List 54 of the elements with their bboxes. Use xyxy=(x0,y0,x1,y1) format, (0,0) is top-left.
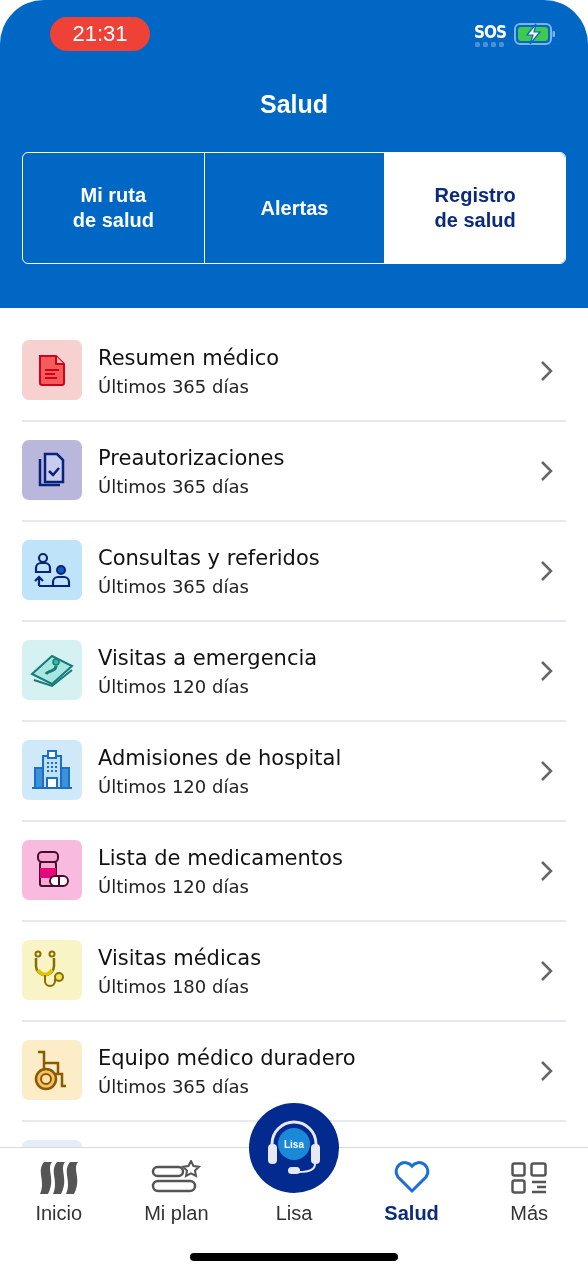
record-row[interactable]: Preautorizaciones Últimos 365 días xyxy=(22,422,566,522)
signal-dots-icon xyxy=(475,41,505,47)
record-title: Lista de medicamentos xyxy=(98,845,344,870)
record-period: Últimos 120 días xyxy=(98,675,250,697)
document-icon xyxy=(37,353,67,387)
status-time: 21:31 xyxy=(50,17,150,51)
record-period: Últimos 180 días xyxy=(98,975,250,997)
grid-menu-icon xyxy=(511,1162,548,1194)
documents-check-icon xyxy=(37,452,67,488)
record-period: Últimos 365 días xyxy=(98,375,250,397)
record-row[interactable]: Visitas a emergencia Últimos 120 días xyxy=(22,622,566,722)
record-row[interactable]: Consultas y referidos Últimos 365 días xyxy=(22,522,566,622)
heart-icon xyxy=(392,1160,431,1194)
waves-logo-icon xyxy=(37,1162,80,1194)
referral-icon xyxy=(32,552,72,588)
chevron-right-icon xyxy=(540,860,554,882)
nav-tab[interactable]: Más xyxy=(470,1156,588,1225)
record-row[interactable]: Resumen médico Últimos 365 días xyxy=(22,322,566,422)
plan-star-icon xyxy=(151,1160,202,1194)
record-title: Visitas médicas xyxy=(98,945,263,970)
record-row[interactable]: Lista de medicamentos Últimos 120 días xyxy=(22,822,566,922)
record-period: Últimos 120 días xyxy=(98,775,250,797)
nav-tab[interactable]: Lisa xyxy=(275,1202,313,1225)
record-period: Últimos 365 días xyxy=(98,1075,250,1097)
nav-tab[interactable]: Mi plan xyxy=(117,1156,236,1225)
chevron-right-icon xyxy=(540,1060,554,1082)
record-period: Últimos 365 días xyxy=(98,575,250,597)
record-period: Últimos 365 días xyxy=(98,475,250,497)
record-title: Admisiones de hospital xyxy=(98,745,343,770)
chevron-right-icon xyxy=(540,760,554,782)
battery-charging-icon xyxy=(514,23,556,45)
stretcher-icon xyxy=(30,652,74,688)
record-row[interactable]: Visitas médicas Últimos 180 días xyxy=(22,922,566,1022)
segment-tab[interactable]: Mi ruta de salud xyxy=(23,153,204,263)
chevron-right-icon xyxy=(540,460,554,482)
chevron-right-icon xyxy=(540,560,554,582)
segment-tab[interactable]: Registro de salud xyxy=(384,153,565,263)
record-title: Visitas a emergencia xyxy=(98,645,319,670)
chevron-right-icon xyxy=(540,660,554,682)
chevron-right-icon xyxy=(540,960,554,982)
hospital-icon xyxy=(30,750,74,790)
nav-tab[interactable]: Salud xyxy=(352,1156,471,1225)
record-title: Preautorizaciones xyxy=(98,445,286,470)
sos-label: SOS xyxy=(473,21,506,42)
record-period: Últimos 120 días xyxy=(98,875,250,897)
record-title: Equipo médico duradero xyxy=(98,1045,357,1070)
record-title: Consultas y referidos xyxy=(98,545,321,570)
nav-tab[interactable]: Inicio xyxy=(0,1156,118,1225)
chevron-right-icon xyxy=(540,360,554,382)
assistant-badge: Lisa xyxy=(278,1128,310,1160)
assistant-button[interactable]: Lisa xyxy=(249,1103,339,1193)
record-row[interactable]: Admisiones de hospital Últimos 120 días xyxy=(22,722,566,822)
page-title: Salud xyxy=(258,89,330,119)
record-title: Resumen médico xyxy=(98,345,281,370)
